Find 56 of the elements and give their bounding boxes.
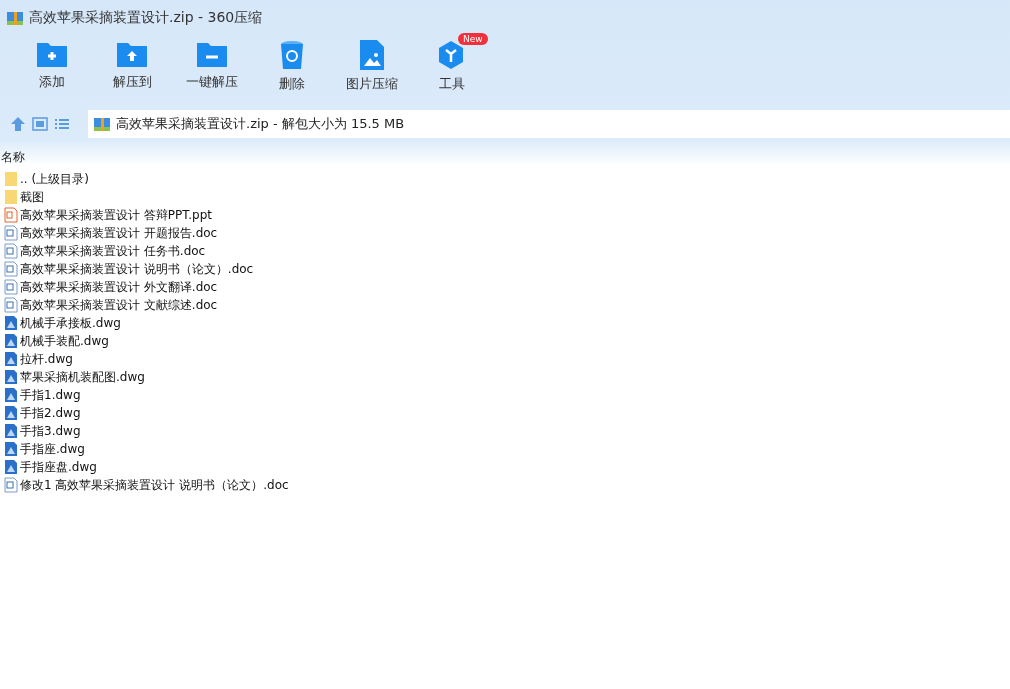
drawing-file-icon (4, 369, 18, 385)
file-name[interactable]: 苹果采摘机装配图.dwg (20, 368, 145, 386)
folder-minus-icon (196, 40, 228, 68)
file-name[interactable]: 手指3.dwg (20, 422, 81, 440)
doc-file-icon (4, 261, 18, 277)
file-name[interactable]: 手指2.dwg (20, 404, 81, 422)
doc-file-icon (4, 243, 18, 259)
file-name[interactable]: 高效苹果采摘装置设计 开题报告.doc (20, 224, 218, 242)
thumbnail-view-icon[interactable] (32, 116, 48, 132)
folder-plus-icon (36, 40, 68, 68)
file-name[interactable]: 高效苹果采摘装置设计 答辩PPT.ppt (20, 206, 212, 224)
zip-archive-icon (94, 116, 110, 132)
file-name[interactable]: 拉杆.dwg (20, 350, 73, 368)
file-name[interactable]: 高效苹果采摘装置设计 任务书.doc (20, 242, 206, 260)
window-title: 高效苹果采摘装置设计.zip - 360压缩 (29, 9, 263, 27)
file-name[interactable]: 高效苹果采摘装置设计 文献综述.doc (20, 296, 218, 314)
folder-icon (4, 171, 18, 187)
drawing-file-icon (4, 405, 18, 421)
file-name[interactable]: 手指座盘.dwg (20, 458, 97, 476)
ppt-file-icon (4, 207, 18, 223)
file-name[interactable]: 手指1.dwg (20, 386, 81, 404)
toolbar-button[interactable]: 删除 (252, 36, 332, 106)
address-bar[interactable]: 高效苹果采摘装置设计.zip - 解包大小为 15.5 MB (88, 110, 1010, 138)
file-name[interactable]: .. (上级目录) (20, 170, 89, 188)
address-text: 高效苹果采摘装置设计.zip - 解包大小为 15.5 MB (116, 115, 405, 133)
toolbar-button[interactable]: 图片压缩 (332, 36, 412, 106)
drawing-file-icon (4, 423, 18, 439)
up-arrow-icon[interactable] (10, 116, 26, 132)
toolbar-button[interactable]: 添加 (12, 36, 92, 106)
file-name[interactable]: 机械手装配.dwg (20, 332, 109, 350)
doc-file-icon (4, 225, 18, 241)
file-name[interactable]: 手指座.dwg (20, 440, 85, 458)
zip-archive-icon (7, 10, 23, 26)
toolbar-button[interactable]: 解压到 (92, 36, 172, 106)
doc-file-icon (4, 477, 18, 493)
drawing-file-icon (4, 333, 18, 349)
toolbar-button[interactable]: 一键解压 (172, 36, 252, 106)
file-name[interactable]: 修改1 高效苹果采摘装置设计 说明书（论文）.doc (20, 476, 289, 494)
drawing-file-icon (4, 351, 18, 367)
folder-upload-icon (116, 40, 148, 68)
drawing-file-icon (4, 441, 18, 457)
file-name[interactable]: 高效苹果采摘装置设计 外文翻译.doc (20, 278, 218, 296)
drawing-file-icon (4, 387, 18, 403)
file-name[interactable]: 机械手承接板.dwg (20, 314, 121, 332)
image-file-icon (360, 40, 384, 70)
list-view-icon[interactable] (54, 116, 70, 132)
doc-file-icon (4, 279, 18, 295)
drawing-file-icon (4, 459, 18, 475)
trash-icon (280, 40, 304, 70)
drawing-file-icon (4, 315, 18, 331)
column-header[interactable]: 名称 (0, 149, 25, 166)
folder-icon (4, 189, 18, 205)
file-name[interactable]: 高效苹果采摘装置设计 说明书（论文）.doc (20, 260, 254, 278)
new-badge: New (458, 33, 488, 45)
file-name[interactable]: 截图 (20, 188, 44, 206)
doc-file-icon (4, 297, 18, 313)
